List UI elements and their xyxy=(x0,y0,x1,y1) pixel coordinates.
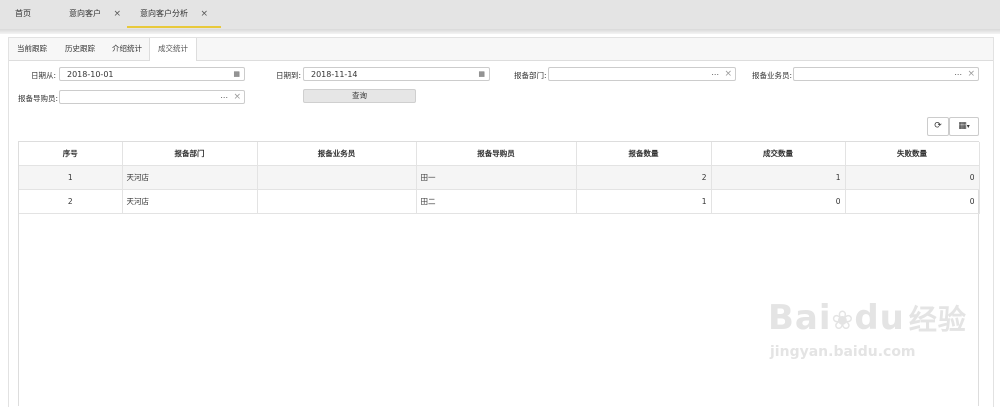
cell-deal-count: 1 xyxy=(711,165,846,190)
ellipsis-icon[interactable]: ... xyxy=(711,66,719,79)
cell-fail-count: 0 xyxy=(845,189,980,214)
tab-current-tracking[interactable]: 当前跟踪 xyxy=(11,38,53,60)
col-header-seq[interactable]: 序号 xyxy=(19,142,123,166)
col-header-fail-count[interactable]: 失败数量 xyxy=(845,142,980,166)
date-from-value: 2018-10-01 xyxy=(67,70,114,79)
cell-fail-count: 0 xyxy=(845,165,980,190)
top-tab-intent-customers[interactable]: 意向客户 × xyxy=(69,0,121,28)
table-row[interactable]: 2 天河店 田二 1 0 0 xyxy=(19,189,980,214)
refresh-button[interactable]: ⟳ xyxy=(927,117,949,136)
cell-salesman xyxy=(257,189,417,214)
calendar-icon[interactable]: ▦ xyxy=(478,68,485,81)
date-from-label: 日期从: xyxy=(31,71,57,80)
guide-field[interactable]: ... × xyxy=(59,90,245,104)
cell-deal-count: 0 xyxy=(711,189,846,214)
guide-label: 报备导购员: xyxy=(18,94,59,103)
top-tab-intent-analysis[interactable]: 意向客户分析 × xyxy=(127,0,222,28)
columns-button[interactable]: ▦▾ xyxy=(949,117,979,136)
ellipsis-icon[interactable]: ... xyxy=(954,66,962,79)
watermark-brand: Bai xyxy=(768,298,832,338)
tab-history-tracking[interactable]: 历史跟踪 xyxy=(59,38,101,60)
watermark-url: jingyan.baidu.com xyxy=(770,344,916,360)
paw-icon: ❀ xyxy=(831,306,855,336)
watermark-brand-2: du xyxy=(854,298,905,338)
top-bar-shadow xyxy=(0,29,1000,34)
cell-seq: 1 xyxy=(19,165,123,190)
tab-label: 历史跟踪 xyxy=(65,44,95,53)
top-tab-label: 首页 xyxy=(15,9,31,18)
table-row[interactable]: 1 天河店 田一 2 1 0 xyxy=(19,165,980,190)
col-header-deal-count[interactable]: 成交数量 xyxy=(711,142,846,166)
top-tab-bar: 首页 意向客户 × 意向客户分析 × xyxy=(0,0,1000,30)
baidu-watermark: Bai❀du 经验 jingyan.baidu.com xyxy=(768,298,967,363)
columns-icon: ▦ xyxy=(958,121,967,131)
clear-icon[interactable]: × xyxy=(967,68,975,81)
ellipsis-icon[interactable]: ... xyxy=(220,89,228,102)
tab-referral-stats[interactable]: 介绍统计 xyxy=(106,38,148,60)
query-button[interactable]: 查询 xyxy=(303,89,416,103)
col-header-salesman[interactable]: 报备业务员 xyxy=(257,142,417,166)
date-to-field[interactable]: 2018-11-14 ▦ xyxy=(303,67,490,81)
dept-label: 报备部门: xyxy=(514,71,547,80)
col-header-guide[interactable]: 报备导购员 xyxy=(416,142,577,166)
data-table: 序号 报备部门 报备业务员 报备导购员 报备数量 成交数量 失败数量 1 天河店… xyxy=(18,141,980,406)
cell-report-count: 1 xyxy=(576,189,712,214)
tab-label: 介绍统计 xyxy=(112,44,142,53)
top-tab-label: 意向客户分析 xyxy=(140,9,188,18)
salesman-label: 报备业务员: xyxy=(752,71,793,80)
cell-guide: 田二 xyxy=(416,189,577,214)
close-icon[interactable]: × xyxy=(114,9,122,19)
top-tab-label: 意向客户 xyxy=(69,9,101,18)
cell-dept: 天河店 xyxy=(122,165,258,190)
clear-icon[interactable]: × xyxy=(724,68,732,81)
sub-tab-bar: 当前跟踪 历史跟踪 介绍统计 成交统计 xyxy=(9,38,993,61)
clear-icon[interactable]: × xyxy=(233,91,241,104)
tab-label: 当前跟踪 xyxy=(17,44,47,53)
tab-label: 成交统计 xyxy=(158,44,188,53)
close-icon[interactable]: × xyxy=(201,9,209,19)
tab-deal-stats[interactable]: 成交统计 xyxy=(149,38,197,61)
cell-salesman xyxy=(257,165,417,190)
watermark-cn: 经验 xyxy=(908,303,967,336)
caret-down-icon: ▾ xyxy=(966,123,970,130)
date-from-field[interactable]: 2018-10-01 ▦ xyxy=(59,67,245,81)
cell-report-count: 2 xyxy=(576,165,712,190)
calendar-icon[interactable]: ▦ xyxy=(233,68,240,81)
cell-dept: 天河店 xyxy=(122,189,258,214)
cell-seq: 2 xyxy=(19,189,123,214)
refresh-icon: ⟳ xyxy=(934,121,942,131)
cell-guide: 田一 xyxy=(416,165,577,190)
col-header-report-count[interactable]: 报备数量 xyxy=(576,142,712,166)
salesman-field[interactable]: ... × xyxy=(793,67,979,81)
dept-field[interactable]: ... × xyxy=(548,67,736,81)
top-tab-home[interactable]: 首页 xyxy=(15,0,31,28)
table-header-row: 序号 报备部门 报备业务员 报备导购员 报备数量 成交数量 失败数量 xyxy=(19,142,980,166)
col-header-dept[interactable]: 报备部门 xyxy=(122,142,258,166)
date-to-label: 日期到: xyxy=(276,71,302,80)
date-to-value: 2018-11-14 xyxy=(311,70,358,79)
